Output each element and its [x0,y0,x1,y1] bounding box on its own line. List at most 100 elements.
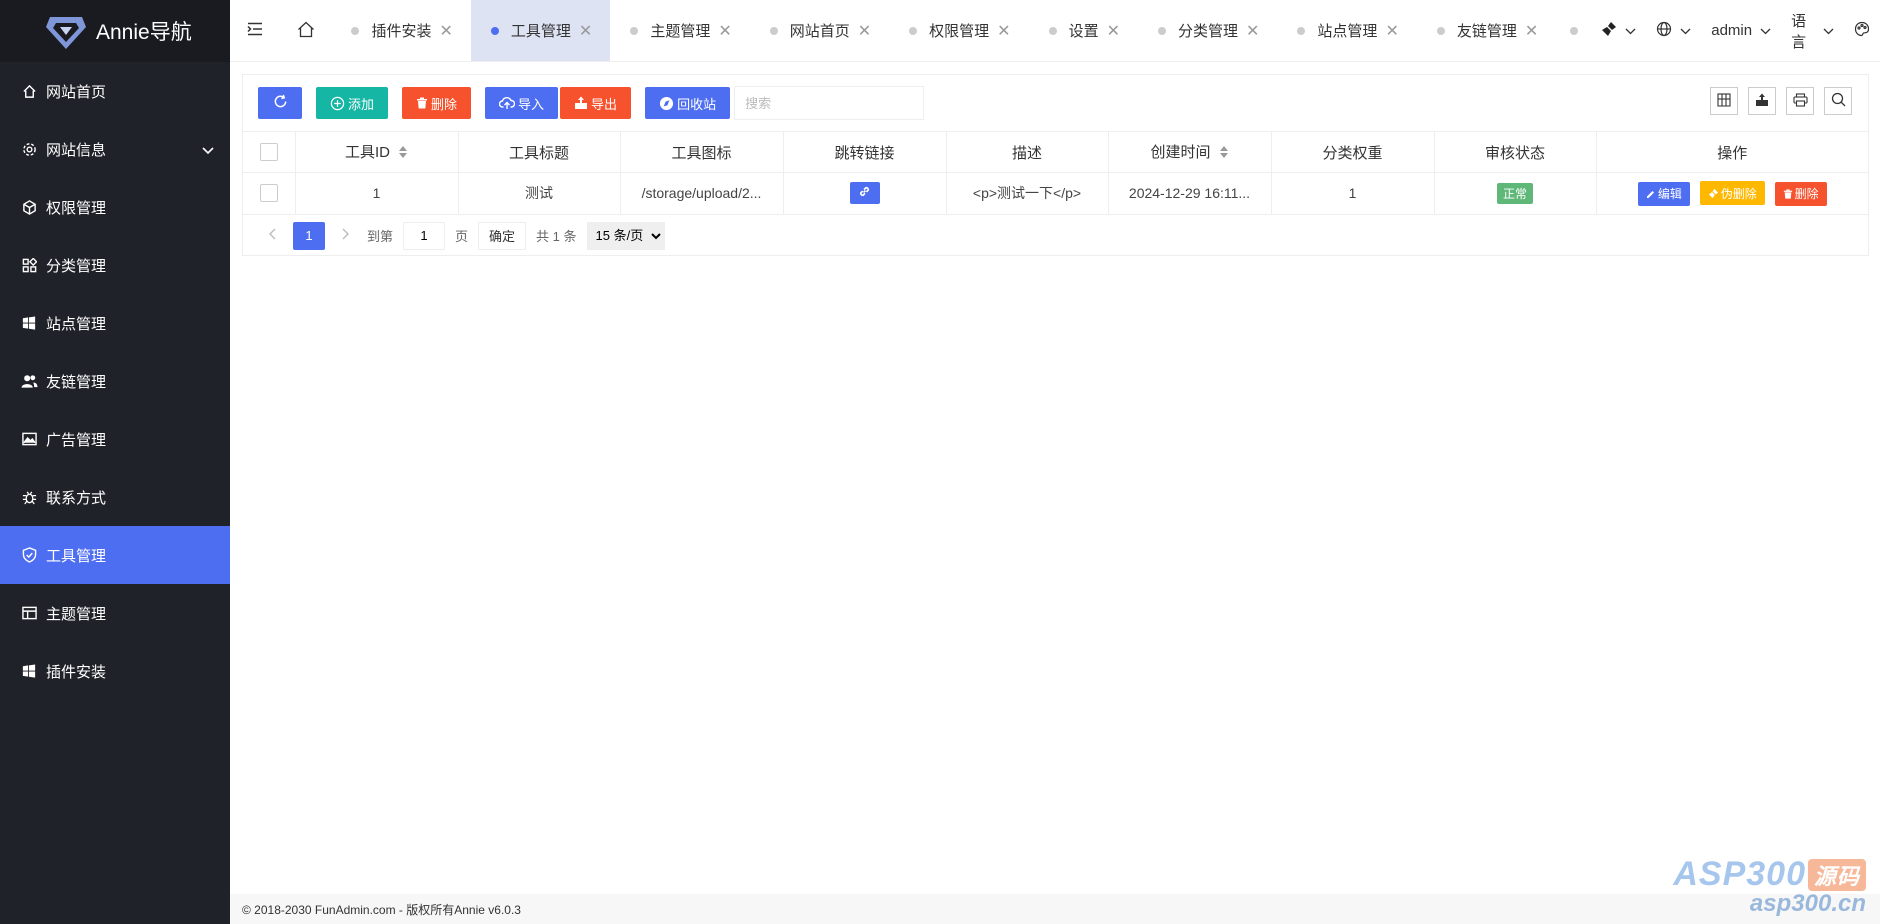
watermark-top: ASP300 源码 [1673,855,1866,894]
sidebar-item-friend-links[interactable]: 友链管理 [0,352,230,410]
tab-categories[interactable]: 分类管理 ✕ [1138,0,1277,61]
sidebar-item-permissions[interactable]: 权限管理 [0,178,230,236]
close-icon[interactable]: ✕ [1107,21,1120,41]
sidebar-item-site-info[interactable]: 网站信息 [0,120,230,178]
sidebar-item-themes[interactable]: 主题管理 [0,584,230,642]
globe-dropdown[interactable] [1646,0,1701,61]
open-link-button[interactable] [849,182,880,205]
tab-label: 站点管理 [1317,23,1378,40]
clear-cache-dropdown[interactable] [1591,0,1646,61]
tab-settings[interactable]: 设置 ✕ [1029,0,1138,61]
sidebar-item-sites[interactable]: 站点管理 [0,294,230,352]
tab-sites[interactable]: 站点管理 ✕ [1277,0,1416,61]
column-header-created[interactable]: 创建时间 [1108,131,1272,173]
close-icon[interactable]: ✕ [579,21,592,41]
tab-permissions[interactable]: 权限管理 ✕ [889,0,1028,61]
next-page-icon[interactable] [331,228,361,243]
cell-title: 测试 [458,172,621,214]
delete-button-label: 删除 [431,96,458,112]
import-button-label: 导入 [518,96,545,112]
row-checkbox[interactable] [259,184,278,203]
cell-weight: 1 [1271,172,1435,214]
refresh-button[interactable] [258,87,302,119]
close-icon[interactable]: ✕ [718,21,731,41]
cloud-upload-icon [499,96,516,110]
close-icon[interactable]: ✕ [439,21,452,41]
tab-tool-manage[interactable]: 工具管理 ✕ [470,0,611,61]
watermark-brand: ASP300 [1673,855,1806,893]
watermark-logo: ASP300 源码 asp300.cn [1673,855,1866,918]
edit-button[interactable]: 编辑 [1637,181,1690,206]
export-button[interactable]: 导出 [560,87,632,119]
bug-icon [20,488,38,506]
recycle-icon [659,96,674,111]
layout-icon [20,604,38,622]
tab-more[interactable] [1556,0,1591,61]
apps-icon [20,256,38,274]
sidebar-toggle-button[interactable] [230,0,281,61]
soft-delete-button[interactable]: 伪删除 [1699,181,1765,205]
sidebar-item-contact[interactable]: 联系方式 [0,468,230,526]
table-row: 1 测试 /storage/upload/2... <p>测试一下</p> 20… [243,172,1868,214]
sidebar-item-label: 网站首页 [46,83,107,101]
sidebar-item-categories[interactable]: 分类管理 [0,236,230,294]
tab-label: 主题管理 [650,23,711,40]
delete-button[interactable]: 删除 [402,87,472,119]
sidebar-item-home[interactable]: 网站首页 [0,62,230,120]
export-tool-button[interactable] [1748,87,1776,115]
goto-label: 到第 [367,229,394,244]
column-header-id[interactable]: 工具ID [295,131,459,173]
broom-icon [1601,21,1617,41]
tab-plugin-install[interactable]: 插件安装 ✕ [331,0,470,61]
print-button[interactable] [1786,87,1814,115]
tab-site-home[interactable]: 网站首页 ✕ [750,0,889,61]
shield-icon [20,546,38,564]
logo[interactable]: Annie导航 [0,0,230,62]
sidebar-item-label: 广告管理 [46,431,107,449]
tab-friend-links[interactable]: 友链管理 ✕ [1417,0,1556,61]
globe-icon [1656,21,1672,41]
close-icon[interactable]: ✕ [1246,21,1259,41]
close-icon[interactable]: ✕ [1385,21,1398,41]
select-all-checkbox[interactable] [259,143,278,162]
column-header-icon: 工具图标 [620,131,784,173]
tab-dot [1048,26,1057,35]
theme-button[interactable] [1844,0,1880,61]
sidebar-item-plugins[interactable]: 插件安装 [0,642,230,700]
add-button[interactable]: 添加 [316,87,389,119]
sidebar-item-tools[interactable]: 工具管理 [0,526,230,584]
close-icon[interactable]: ✕ [997,21,1010,41]
column-header-weight: 分类权重 [1271,131,1435,173]
column-header-status: 审核状态 [1434,131,1597,173]
search-input[interactable] [734,86,925,120]
close-icon[interactable]: ✕ [1525,21,1538,41]
sort-icon[interactable] [1219,145,1229,163]
row-delete-button[interactable]: 删除 [1774,181,1827,206]
trash-icon [1783,188,1793,199]
broom-icon [1708,188,1719,199]
goto-confirm-button[interactable]: 确定 [478,221,527,250]
tab-label: 友链管理 [1456,23,1517,40]
language-menu[interactable]: 语言 [1781,0,1844,61]
chevron-down-icon [1625,22,1636,39]
sidebar-item-ads[interactable]: 广告管理 [0,410,230,468]
soft-delete-label: 伪删除 [1720,186,1757,201]
plus-circle-icon [330,96,345,111]
import-button[interactable]: 导入 [485,87,559,119]
column-header-label: 创建时间 [1150,144,1211,162]
sort-icon[interactable] [398,145,408,163]
tab-theme-manage[interactable]: 主题管理 ✕ [610,0,749,61]
page-number-current[interactable]: 1 [293,221,325,250]
sidebar-item-label: 联系方式 [46,489,107,507]
close-icon[interactable]: ✕ [858,21,871,41]
page-size-select[interactable]: 15 条/页 [586,221,665,250]
prev-page-icon[interactable] [257,228,287,243]
trash-icon [416,97,428,109]
home-tab-button[interactable] [281,0,332,61]
goto-page-input[interactable] [403,221,446,250]
user-menu[interactable]: admin [1701,0,1781,61]
columns-filter-button[interactable] [1710,87,1738,115]
recycle-bin-button[interactable]: 回收站 [645,87,731,119]
cell-status: 正常 [1434,172,1597,214]
search-toggle-button[interactable] [1824,87,1852,115]
